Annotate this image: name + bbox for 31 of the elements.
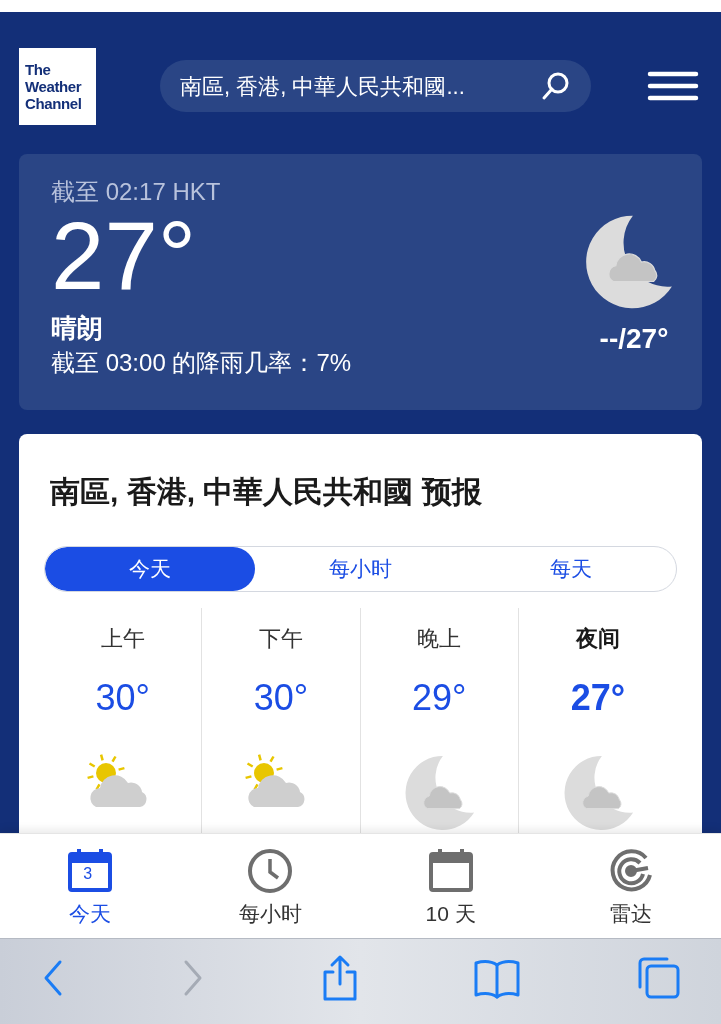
current-temperature: 27°	[51, 210, 197, 302]
segment-tab[interactable]: 每小时	[255, 547, 466, 591]
logo-text: Channel	[25, 94, 83, 112]
search-field[interactable]: 南區, 香港, 中華人民共和國...	[160, 60, 591, 112]
calendar-icon	[67, 848, 114, 895]
period-temperature: 27°	[570, 676, 626, 720]
calendar-icon	[427, 848, 474, 895]
period-label: 下午	[258, 625, 303, 653]
period-temperature: 29°	[411, 676, 467, 720]
nav-tab[interactable]: 雷达	[540, 834, 721, 938]
menu-icon[interactable]	[647, 70, 699, 102]
period-temperature: 30°	[253, 676, 309, 720]
condition-text: 晴朗	[51, 312, 103, 345]
nav-tab[interactable]: 3 今天	[0, 834, 181, 938]
period-label: 上午	[100, 625, 145, 653]
rain-chance-text: 截至 03:00 的降雨几率：7%	[51, 348, 352, 378]
period-temperature: 30°	[95, 676, 150, 720]
forecast-title: 南區, 香港, 中華人民共和國 预报	[50, 474, 482, 510]
segment-tab[interactable]: 今天	[45, 547, 256, 591]
observation-time: 截至 02:17 HKT	[51, 177, 221, 207]
segment-tab[interactable]: 每天	[465, 547, 676, 591]
high-low-temperature: --/27°	[599, 322, 669, 356]
logo-text: Weather	[25, 77, 83, 95]
clock-icon	[247, 848, 294, 895]
period-label: 夜间	[575, 625, 620, 653]
logo[interactable]: The Weather Channel	[19, 47, 96, 125]
nav-tab[interactable]: 10 天	[360, 834, 541, 938]
date-number: 3	[83, 864, 93, 885]
logo-text: The	[25, 60, 52, 78]
period-label: 晚上	[417, 625, 462, 653]
nav-tab[interactable]: 每小时	[180, 834, 361, 938]
